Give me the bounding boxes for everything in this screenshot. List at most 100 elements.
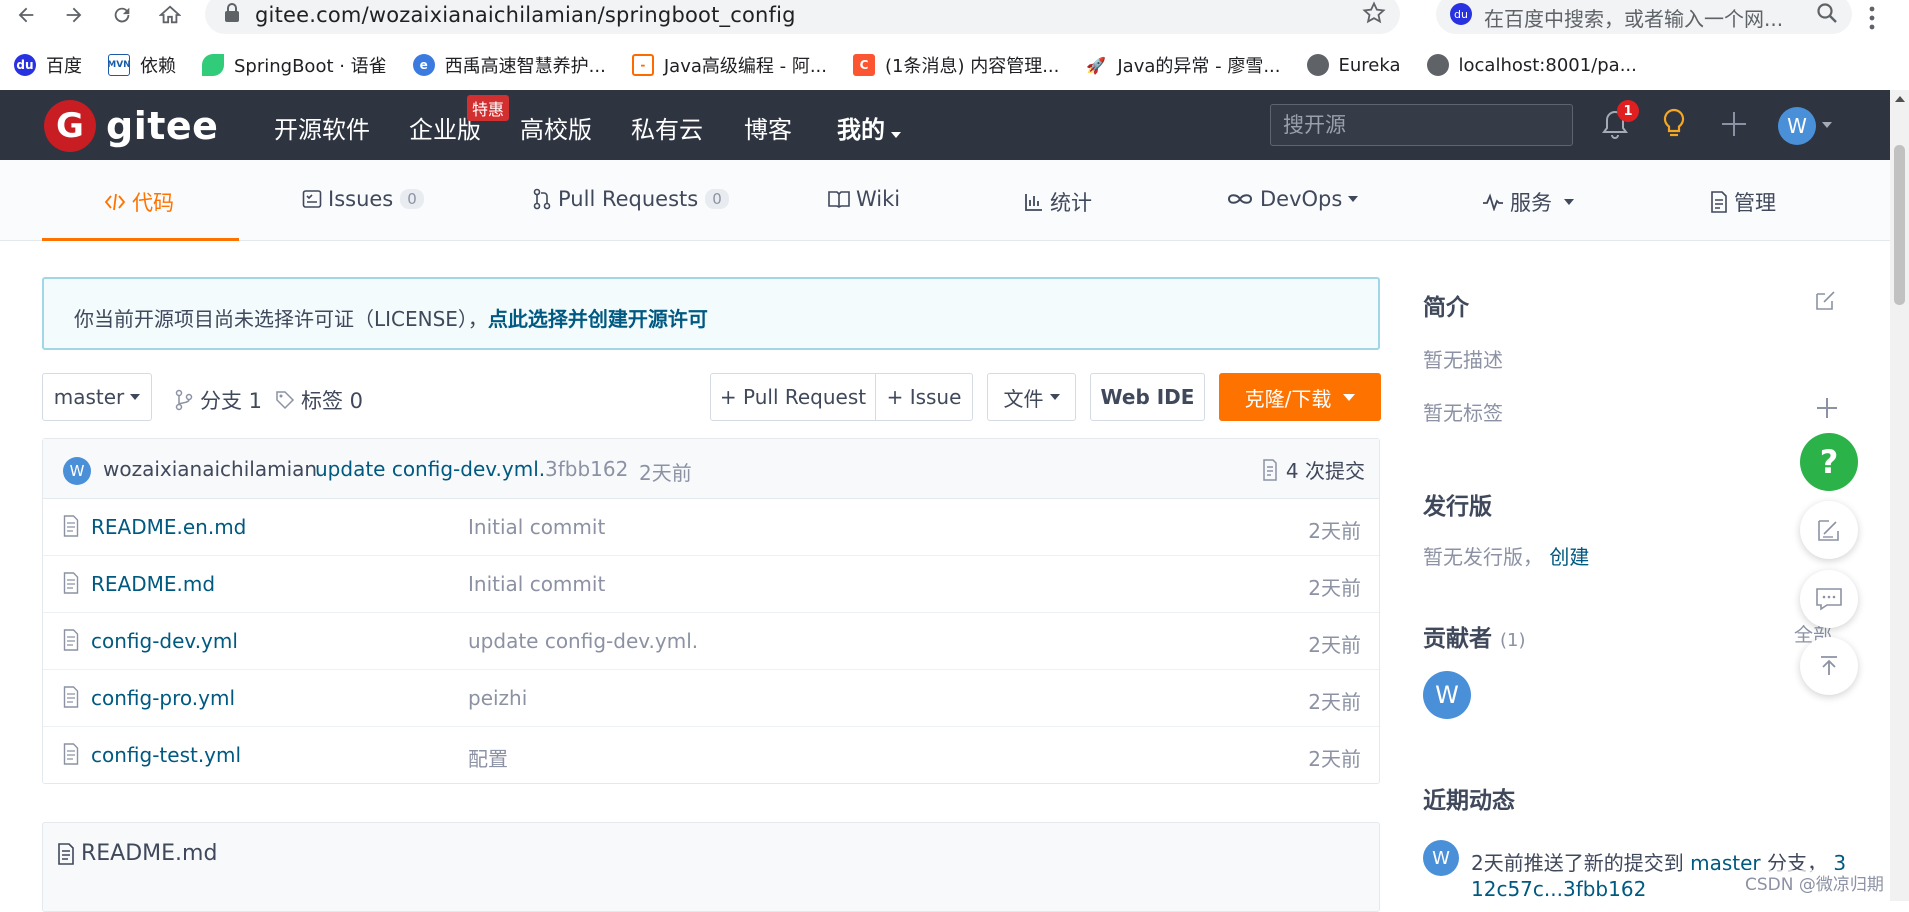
browser-menu-icon[interactable] — [1868, 6, 1876, 34]
branches-link[interactable]: 分支 1 — [174, 385, 262, 415]
file-name[interactable]: config-pro.yml — [91, 686, 235, 710]
home-icon[interactable] — [152, 0, 188, 30]
file-row[interactable]: README.en.md Initial commit 2天前 — [43, 499, 1379, 556]
tags-link[interactable]: 标签 0 — [275, 385, 363, 415]
add-tag-icon[interactable] — [1816, 397, 1838, 423]
tab-stats[interactable]: 统计 — [1024, 187, 1092, 217]
file-commit-message[interactable]: Initial commit — [468, 515, 605, 539]
tab-issues-label: Issues — [328, 187, 394, 211]
edit-icon[interactable] — [1814, 288, 1838, 316]
file-row[interactable]: config-dev.yml update config-dev.yml. 2天前 — [43, 613, 1379, 670]
bookmark-eureka[interactable]: Eureka — [1306, 54, 1401, 76]
tab-wiki[interactable]: Wiki — [828, 187, 900, 211]
scroll-up-arrow-icon[interactable] — [1895, 96, 1905, 102]
gitee-header: G gitee 开源软件 企业版 高校版 私有云 博客 我的 — [0, 90, 1890, 160]
activity-avatar[interactable]: W — [1423, 840, 1459, 876]
activity-commit-range[interactable]: 12c57c...3fbb162 — [1471, 877, 1646, 901]
browser-search-bar[interactable]: du 在百度中搜索，或者输入一个网... — [1436, 0, 1852, 34]
bookmark-xiyu[interactable]: e 西禹高速智慧养护... — [412, 52, 606, 78]
commit-author-avatar[interactable]: W — [63, 457, 91, 485]
tab-issues[interactable]: Issues 0 — [302, 187, 424, 211]
nav-mine[interactable]: 我的 — [837, 110, 901, 145]
bookmark-localhost[interactable]: localhost:8001/pa... — [1426, 54, 1637, 76]
web-ide-button[interactable]: Web IDE — [1090, 373, 1205, 421]
address-bar[interactable]: gitee.com/wozaixianaichilamian/springboo… — [205, 0, 1400, 34]
bookmark-mvn[interactable]: MVN 依赖 — [107, 52, 176, 78]
new-issue-button[interactable]: + Issue — [875, 373, 973, 421]
file-row[interactable]: config-test.yml 配置 2天前 — [43, 727, 1379, 784]
tab-wiki-label: Wiki — [856, 187, 901, 211]
avatar-caret-icon — [1822, 122, 1832, 128]
globe-icon — [1306, 54, 1329, 76]
commit-time: 2天前 — [639, 461, 692, 485]
tab-manage-label: 管理 — [1734, 191, 1776, 215]
new-pull-request-button[interactable]: + Pull Request — [710, 373, 876, 421]
infinity-icon — [1227, 194, 1253, 204]
url-text: gitee.com/wozaixianaichilamian/springboo… — [255, 3, 796, 27]
bar-chart-icon — [1025, 194, 1042, 211]
user-avatar[interactable]: W — [1778, 107, 1816, 145]
document-icon — [1711, 191, 1727, 213]
nav-education[interactable]: 高校版 — [520, 110, 592, 145]
bookmark-liaoxuefeng[interactable]: 🚀 Java的异常 - 廖雪... — [1085, 52, 1281, 78]
license-notice-message: 你当前开源项目尚未选择许可证（LICENSE）， — [74, 307, 488, 331]
bookmark-yuque[interactable]: SpringBoot · 语雀 — [202, 52, 387, 78]
bookmark-aliyun[interactable]: - Java高级编程 - 阿... — [631, 52, 827, 78]
forward-icon[interactable] — [56, 0, 92, 30]
file-commit-message[interactable]: Initial commit — [468, 572, 605, 596]
file-row[interactable]: config-pro.yml peizhi 2天前 — [43, 670, 1379, 727]
create-release-link[interactable]: 创建 — [1549, 545, 1589, 569]
bookmark-label: Java高级编程 - 阿... — [663, 56, 827, 77]
commit-count-link[interactable]: 4 次提交 — [1262, 455, 1365, 484]
file-commit-message[interactable]: peizhi — [468, 686, 527, 710]
gitee-logo[interactable]: G gitee — [44, 100, 218, 152]
tab-pull-requests[interactable]: Pull Requests 0 — [532, 187, 729, 211]
file-row[interactable]: README.md Initial commit 2天前 — [43, 556, 1379, 613]
page-scrollbar[interactable] — [1890, 90, 1909, 901]
nav-private-cloud[interactable]: 私有云 — [631, 110, 703, 145]
branch-select[interactable]: master — [42, 373, 152, 421]
search-icon[interactable] — [1816, 2, 1838, 28]
bookmark-csdn[interactable]: C (1条消息) 内容管理... — [852, 52, 1059, 78]
create-license-link[interactable]: 点此选择并创建开源许可 — [488, 307, 708, 331]
tab-service[interactable]: 服务 — [1482, 187, 1574, 217]
reload-icon[interactable] — [104, 0, 140, 30]
file-commit-time: 2天前 — [1308, 576, 1361, 600]
tab-devops[interactable]: DevOps — [1226, 187, 1359, 211]
commit-message[interactable]: update config-dev.yml. — [315, 457, 545, 481]
file-commit-message[interactable]: update config-dev.yml. — [468, 629, 698, 653]
scrollbar-thumb[interactable] — [1894, 145, 1905, 305]
star-icon[interactable] — [1362, 1, 1386, 29]
yuque-icon — [202, 54, 224, 76]
clone-download-button[interactable]: 克隆/下载 — [1219, 373, 1381, 421]
gitee-search-input[interactable] — [1271, 105, 1572, 145]
question-icon: ? — [1819, 443, 1839, 481]
nav-blog[interactable]: 博客 — [744, 110, 792, 145]
rocket-icon: 🚀 — [1085, 54, 1108, 76]
gitee-logo-text: gitee — [106, 104, 219, 148]
file-menu-button[interactable]: 文件 — [987, 373, 1076, 421]
plus-icon[interactable] — [1716, 106, 1752, 142]
file-name[interactable]: config-test.yml — [91, 743, 241, 767]
pulls-count: 0 — [705, 189, 729, 209]
bookmark-baidu[interactable]: du 百度 — [14, 52, 82, 78]
file-name[interactable]: README.en.md — [91, 515, 246, 539]
commit-hash[interactable]: 3fbb162 — [545, 457, 628, 481]
tags-label: 标签 0 — [301, 389, 364, 413]
lightbulb-icon[interactable] — [1656, 106, 1692, 142]
tab-code[interactable]: 代码 — [104, 187, 174, 217]
chat-button[interactable] — [1800, 570, 1858, 628]
file-name[interactable]: README.md — [91, 572, 215, 596]
help-button[interactable]: ? — [1800, 433, 1858, 491]
commit-author[interactable]: wozaixianaichilamian — [103, 457, 317, 481]
tab-manage[interactable]: 管理 — [1710, 187, 1776, 217]
feedback-button[interactable] — [1800, 501, 1858, 559]
gitee-search[interactable] — [1270, 104, 1573, 146]
back-icon[interactable] — [8, 0, 44, 30]
contributor-avatar[interactable]: W — [1423, 671, 1471, 719]
back-to-top-button[interactable] — [1800, 637, 1858, 695]
bookmark-label: SpringBoot · 语雀 — [234, 56, 387, 77]
file-commit-message[interactable]: 配置 — [468, 743, 508, 772]
nav-opensource[interactable]: 开源软件 — [274, 110, 370, 145]
file-name[interactable]: config-dev.yml — [91, 629, 238, 653]
